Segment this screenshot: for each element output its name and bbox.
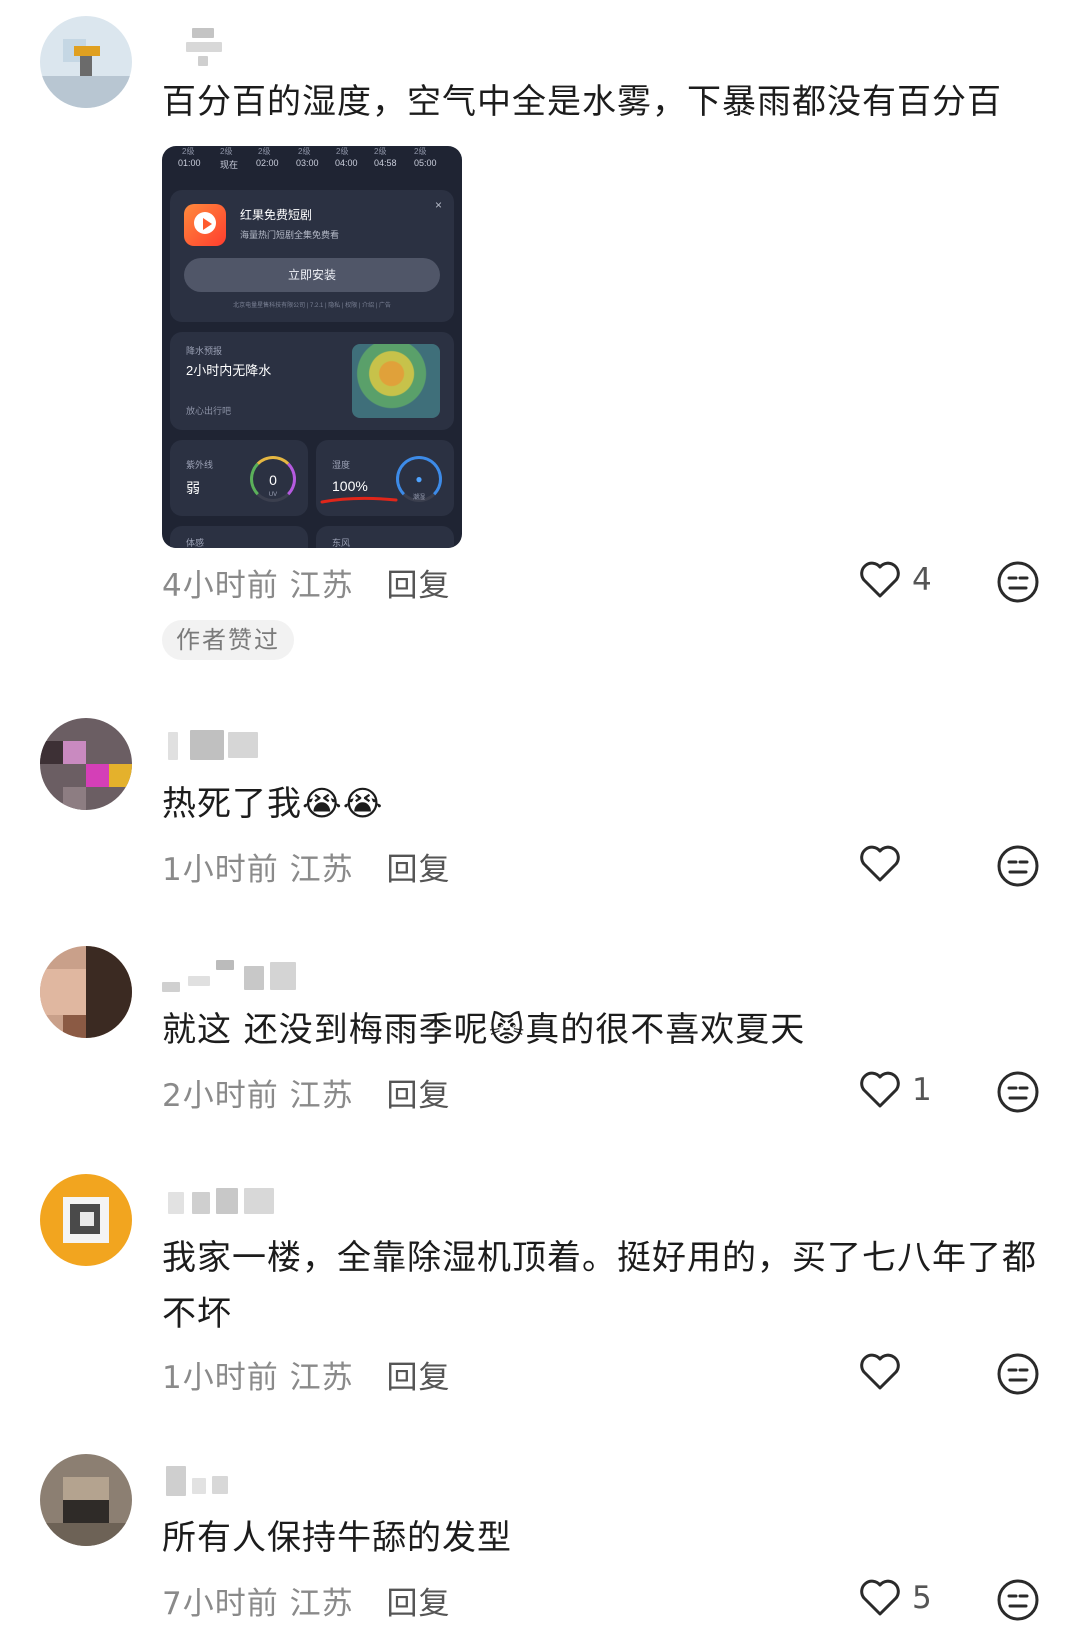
avatar[interactable] [40,1454,132,1546]
heart-outline-icon [860,845,900,882]
neutral-face-icon[interactable] [996,1578,1040,1622]
comment-meta: 4小时前 江苏 回复 [162,568,451,604]
comment-meta: 1小时前 江苏 回复 [162,852,451,888]
avatar[interactable] [40,718,132,810]
username[interactable] [162,26,222,66]
comment-text: 百分百的湿度，空气中全是水雾，下暴雨都没有百分百 [162,82,1002,122]
crying-emoji-icon: 😭😭 [302,784,384,824]
uv-card: 紫外线 弱 0 UV [170,440,308,516]
like-button[interactable]: 5 [858,1578,932,1618]
username[interactable] [162,1462,242,1502]
neutral-face-icon[interactable] [996,560,1040,604]
ad-card: 红果免费短剧 海量热门短剧全集免费看 × 立即安装 北京电量星售科技有限公司 |… [170,190,454,322]
rain-forecast-card: 降水预报 2小时内无降水 放心出行吧 [170,332,454,430]
like-button[interactable]: 1 [858,1070,932,1110]
avatar[interactable] [40,16,132,108]
author-liked-badge: 作者赞过 [162,620,294,660]
close-icon: × [434,198,442,212]
app-play-icon [184,204,226,246]
uv-gauge: 0 UV [250,456,296,502]
angry-cat-emoji-icon: 😾 [488,1010,526,1050]
reply-button[interactable]: 回复 [386,1078,450,1114]
like-count: 4 [912,562,932,598]
reply-button[interactable]: 回复 [386,1360,450,1396]
water-drop-icon: ● [415,472,423,486]
humidity-gauge: ● 潮湿 [396,456,442,502]
heart-outline-icon [860,1071,900,1108]
like-button[interactable]: 4 [858,560,932,600]
username[interactable] [162,1182,282,1222]
install-button: 立即安装 [184,258,440,292]
heart-outline-icon [860,1579,900,1616]
like-button[interactable] [858,844,912,884]
like-count: 1 [912,1072,932,1108]
neutral-face-icon[interactable] [996,844,1040,888]
comment-meta: 7小时前 江苏 回复 [162,1586,451,1622]
neutral-face-icon[interactable] [996,1352,1040,1396]
radar-map [352,344,440,418]
comment-meta: 2小时前 江苏 回复 [162,1078,451,1114]
comment-text: 我家一楼，全靠除湿机顶着。挺好用的，买了七八年了都 不坏 [162,1238,1037,1334]
neutral-face-icon[interactable] [996,1070,1040,1114]
comment-text: 热死了我😭😭 [162,784,384,824]
like-button[interactable] [858,1352,912,1392]
feels-like-card: 体感 [170,526,308,548]
reply-button[interactable]: 回复 [386,568,450,604]
wind-card: 东风 [316,526,454,548]
comment-meta: 1小时前 江苏 回复 [162,1360,451,1396]
attached-image[interactable]: 2级 2级 2级 2级 2级 2级 2级 01:00 现在 02:00 03:0… [162,146,462,548]
avatar[interactable] [40,946,132,1038]
hourly-strip: 2级 2级 2级 2级 2级 2级 2级 01:00 现在 02:00 03:0… [178,147,437,170]
reply-button[interactable]: 回复 [386,852,450,888]
username[interactable] [162,956,302,996]
username[interactable] [162,726,262,766]
comment-text: 就这 还没到梅雨季呢😾真的很不喜欢夏天 [162,1010,806,1050]
comment-text: 所有人保持牛舔的发型 [162,1518,512,1558]
red-underline [320,496,398,504]
heart-outline-icon [860,561,900,598]
avatar[interactable] [40,1174,132,1266]
like-count: 5 [912,1580,932,1616]
heart-outline-icon [860,1353,900,1390]
reply-button[interactable]: 回复 [386,1586,450,1622]
